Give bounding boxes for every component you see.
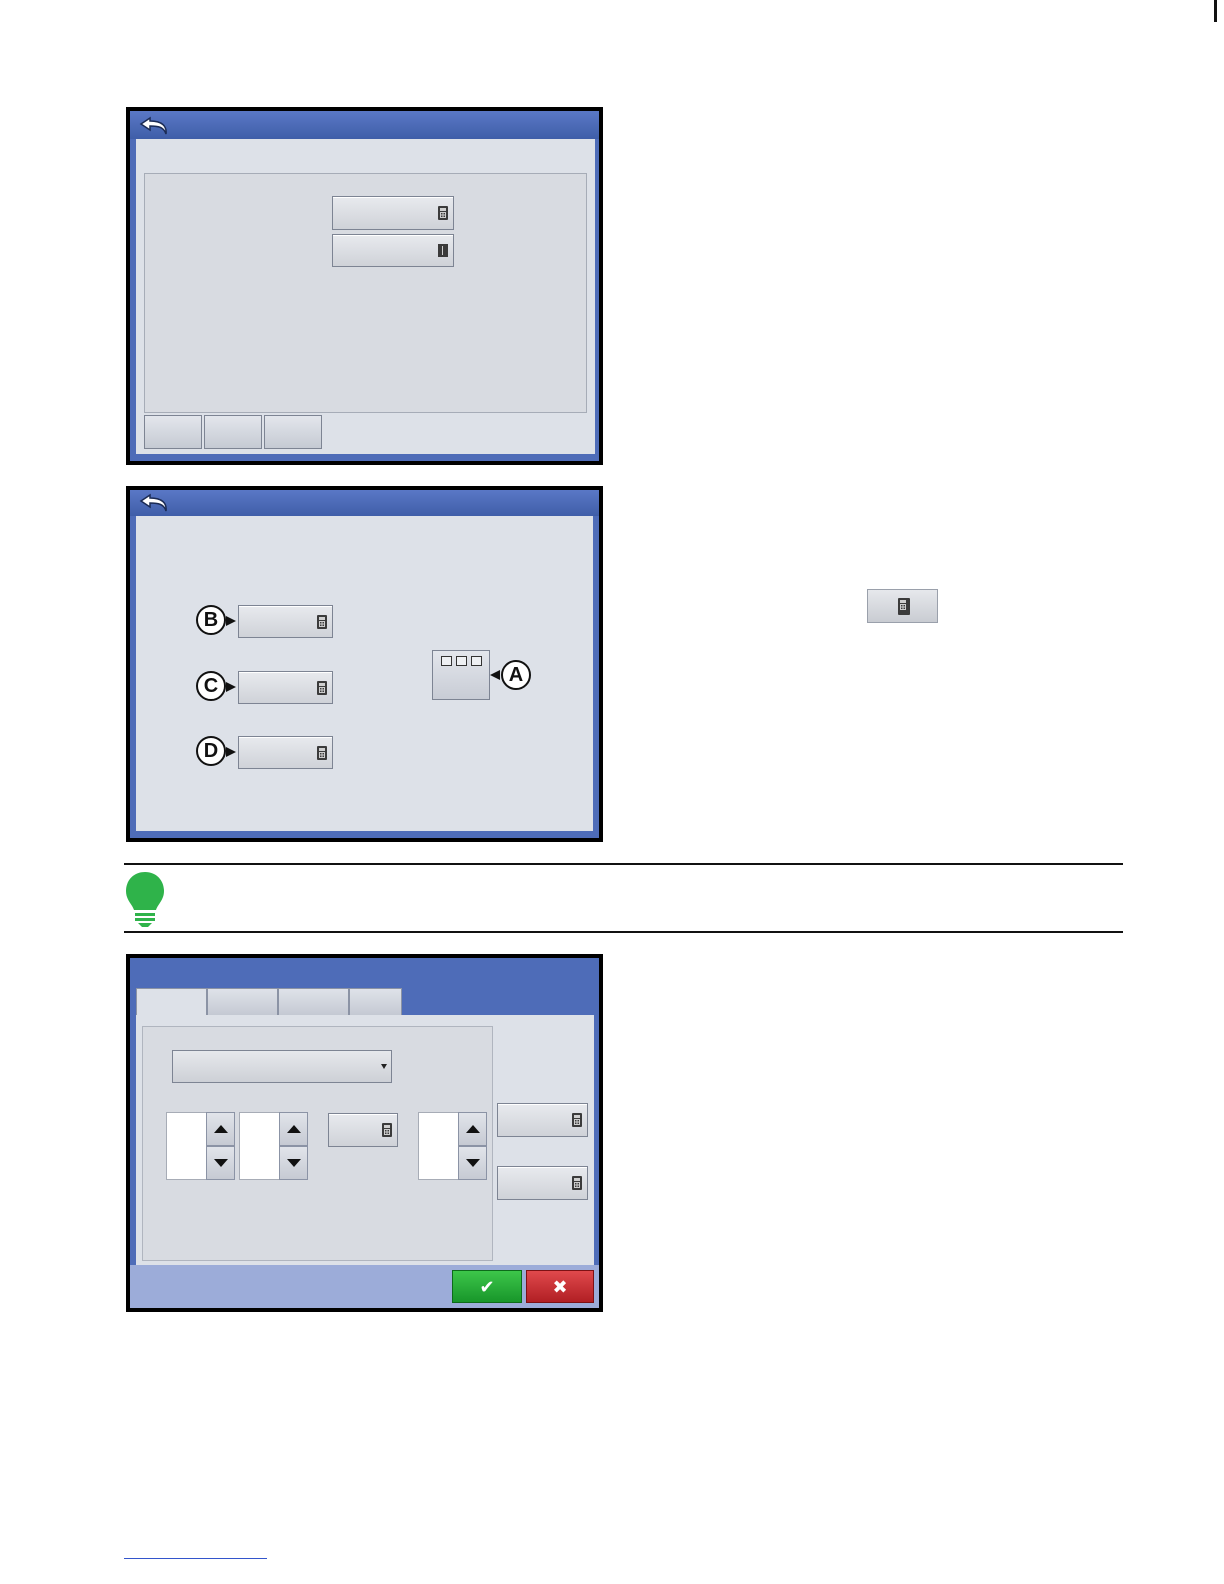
- cancel-button[interactable]: ✖: [526, 1270, 594, 1303]
- page-edge-mark: [1214, 0, 1217, 22]
- callout-a: A: [501, 660, 531, 690]
- title-bar: [130, 111, 599, 139]
- calculator-field-right-1[interactable]: [497, 1103, 588, 1137]
- footer-link-underline: [124, 1558, 267, 1559]
- note-rule-bottom: [124, 931, 1123, 933]
- settings-panel: [142, 1026, 493, 1261]
- calculator-field-right-2[interactable]: [497, 1166, 588, 1200]
- s3-tab-4[interactable]: [349, 988, 402, 1016]
- calculator-field-d[interactable]: [238, 736, 333, 769]
- screen-3-body: [136, 1015, 594, 1265]
- arrow-down-icon: [466, 1159, 480, 1167]
- calculator-field-b[interactable]: [238, 605, 333, 638]
- calculator-icon: [317, 614, 327, 629]
- arrow-up-icon: [214, 1125, 228, 1133]
- callout-b-pointer: [226, 616, 236, 626]
- s3-tab-2[interactable]: [207, 988, 278, 1016]
- lightbulb-icon: [126, 872, 164, 927]
- arrow-up-icon: [466, 1125, 480, 1133]
- multi-box-widget[interactable]: [432, 650, 490, 700]
- screen-3: ✔ ✖: [126, 954, 603, 1312]
- calculator-field-c[interactable]: [238, 671, 333, 704]
- calculator-icon: [572, 1176, 582, 1190]
- chevron-down-icon: [381, 1064, 387, 1069]
- screen-3-window: ✔ ✖: [130, 958, 599, 1308]
- bottom-button-3[interactable]: [264, 415, 322, 449]
- spinner-2-up-button[interactable]: [279, 1112, 308, 1146]
- calculator-icon: [317, 680, 327, 695]
- spinner-2: [239, 1112, 309, 1182]
- tab-content-panel: [144, 173, 587, 413]
- s3-tab-3[interactable]: [278, 988, 349, 1016]
- spinner-3-up-button[interactable]: [458, 1112, 487, 1146]
- callout-c-pointer: [226, 682, 236, 692]
- callout-d-pointer: [226, 747, 236, 757]
- back-arrow-icon[interactable]: [138, 492, 172, 514]
- grid-field-2[interactable]: [332, 234, 454, 267]
- widget-box-3: [471, 656, 482, 666]
- close-icon: ✖: [552, 1277, 568, 1298]
- calculator-button-icon: [867, 589, 938, 623]
- screen-1: [126, 107, 603, 465]
- calculator-icon: [898, 597, 910, 615]
- checkmark-icon: ✔: [479, 1277, 495, 1298]
- spinner-2-down-button[interactable]: [279, 1146, 308, 1180]
- callout-d: D: [196, 736, 226, 766]
- arrow-down-icon: [214, 1159, 228, 1167]
- spinner-3-down-button[interactable]: [458, 1146, 487, 1180]
- callout-b: B: [196, 605, 226, 635]
- spinner-1-value[interactable]: [166, 1112, 207, 1180]
- s3-tab-1[interactable]: [136, 988, 207, 1016]
- note-rule-top: [124, 863, 1123, 865]
- widget-box-2: [456, 656, 467, 666]
- spinner-3-value[interactable]: [418, 1112, 459, 1180]
- callout-c: C: [196, 671, 226, 701]
- title-bar: [130, 490, 599, 516]
- calculator-icon: [438, 206, 448, 220]
- bottom-button-1[interactable]: [144, 415, 202, 449]
- screen-1-body: [136, 139, 595, 454]
- grid-icon: [438, 244, 448, 257]
- arrow-down-icon: [287, 1159, 301, 1167]
- bottom-button-2[interactable]: [204, 415, 262, 449]
- spinner-1-down-button[interactable]: [206, 1146, 235, 1180]
- calculator-icon: [572, 1113, 582, 1127]
- calculator-field-1[interactable]: [332, 196, 454, 230]
- ok-button[interactable]: ✔: [452, 1270, 522, 1303]
- spinner-3: [418, 1112, 488, 1182]
- screen-2-window: [130, 490, 599, 838]
- callout-a-pointer: [490, 670, 500, 680]
- calculator-icon: [382, 1123, 392, 1137]
- screen-1-window: [130, 111, 599, 461]
- calculator-icon: [317, 745, 327, 760]
- spinner-2-value[interactable]: [239, 1112, 280, 1180]
- arrow-up-icon: [287, 1125, 301, 1133]
- screen-2: [126, 486, 603, 842]
- spinner-1-up-button[interactable]: [206, 1112, 235, 1146]
- calculator-field-middle[interactable]: [328, 1113, 398, 1147]
- back-arrow-icon[interactable]: [138, 115, 172, 137]
- spinner-1: [166, 1112, 236, 1182]
- widget-box-1: [441, 656, 452, 666]
- dropdown-select[interactable]: [172, 1050, 392, 1083]
